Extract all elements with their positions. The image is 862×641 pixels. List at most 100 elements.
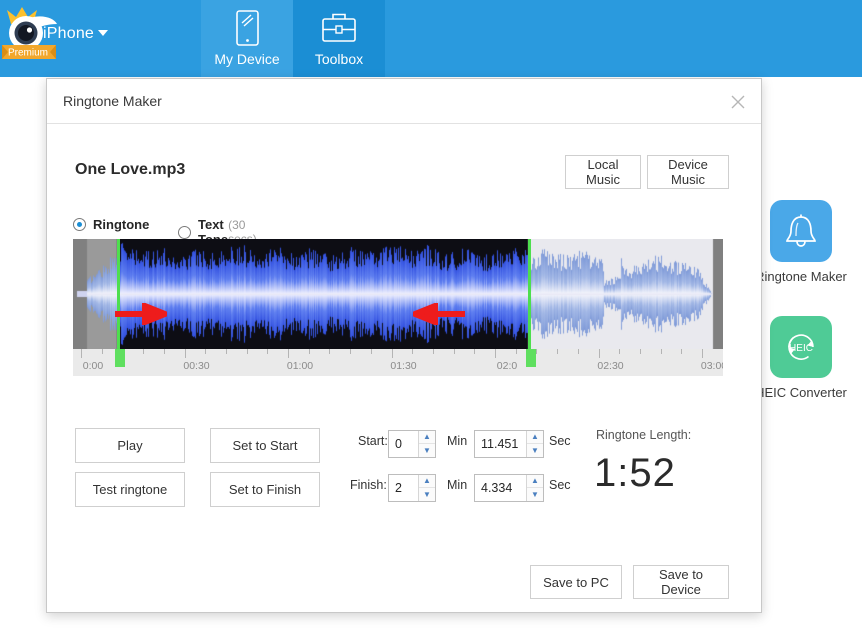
finish-minutes-stepper-buttons: ▲ ▼ [418,475,435,501]
song-title: One Love.mp3 [75,161,186,178]
selection-start-handle[interactable] [117,239,120,349]
ruler-label: 01:00 [286,360,314,372]
selection-end-handle[interactable] [528,239,531,349]
waveform-canvas[interactable] [73,239,723,349]
ruler-tick-minor [412,349,414,354]
tab-my-device-label: My Device [214,51,280,67]
ruler-tick-major [702,349,703,358]
heic-refresh-icon: HEIC [770,316,832,378]
save-to-device-button[interactable]: Save to Device [633,565,729,599]
ruler-label: 01:30 [390,360,417,372]
selection-start-ruler-marker[interactable] [115,349,125,367]
finish-seconds-input[interactable] [475,475,526,501]
chevron-down-icon[interactable]: ▼ [419,444,435,457]
start-minutes-input[interactable] [389,431,418,457]
ringtone-length-value: 1:52 [594,451,676,495]
finish-minutes-unit: Min [447,478,468,492]
chevron-up-icon[interactable]: ▲ [527,431,543,444]
ruler-tick-major [288,349,289,358]
ruler-tick-minor [639,349,641,354]
radio-ringtone-dot [73,218,86,231]
tablet-icon [227,8,267,57]
application-window: Premium iPhone My Device Toolbox Rington… [0,0,862,641]
app-header: Premium iPhone My Device Toolbox [0,0,862,77]
chevron-down-icon[interactable]: ▼ [527,488,543,501]
ruler-tick-minor [370,349,372,354]
ruler-tick-major [391,349,393,358]
ruler-label: 0:00 [82,360,104,372]
radio-ringtone[interactable]: Ringtone [73,217,149,232]
ruler-tick-minor [143,349,145,354]
ruler-tick-minor [536,349,538,354]
ruler-tick-minor [557,349,559,354]
waveform-editor[interactable]: 0:00 00:30 01:00 01:30 02:0 02:30 03:00 [73,239,723,376]
start-minutes-stepper[interactable]: ▲ ▼ [388,430,436,458]
ruler-tick-minor [246,349,248,354]
start-seconds-unit: Sec [549,434,571,448]
tab-toolbox[interactable]: Toolbox [293,0,385,77]
local-music-button[interactable]: Local Music [565,155,641,189]
ruler-tick-minor [205,349,207,354]
radio-text-tone-dot [178,225,191,239]
ruler-tick-minor [329,349,331,354]
ruler-label: 02:0 [496,360,518,372]
finish-seconds-stepper[interactable]: ▲ ▼ [474,474,544,502]
device-music-button[interactable]: Device Music [647,155,729,189]
tab-toolbox-label: Toolbox [314,51,364,67]
chevron-down-icon[interactable] [98,30,108,36]
dialog-body: One Love.mp3 Local Music Device Music Ri… [47,125,761,612]
chevron-up-icon[interactable]: ▲ [419,431,435,444]
save-to-pc-button[interactable]: Save to PC [530,565,622,599]
ruler-tick-minor [660,349,662,354]
ruler-tick-minor [619,349,621,354]
selection-end-arrow [406,301,465,330]
ruler-label: 03:00 [700,360,723,372]
dialog-titlebar: Ringtone Maker [47,79,761,124]
chevron-down-icon[interactable]: ▼ [419,488,435,501]
bell-icon [770,200,832,262]
ruler-tick-minor [432,349,434,354]
ruler-tick-major [81,349,82,358]
set-to-start-button[interactable]: Set to Start [210,428,320,463]
ruler-label: 00:30 [183,360,210,372]
device-selector-label[interactable]: iPhone [43,25,94,43]
test-ringtone-button[interactable]: Test ringtone [75,472,185,507]
selection-end-ruler-marker[interactable] [526,349,536,367]
finish-minutes-stepper[interactable]: ▲ ▼ [388,474,436,502]
ruler-label: 02:30 [597,360,624,372]
chevron-down-icon[interactable]: ▼ [527,444,543,457]
radio-ringtone-label: Ringtone [93,217,150,232]
finish-minutes-input[interactable] [389,475,418,501]
ruler-tick-minor [681,349,683,354]
start-seconds-stepper[interactable]: ▲ ▼ [474,430,544,458]
ruler-tick-minor [453,349,455,354]
play-button[interactable]: Play [75,428,185,463]
tab-my-device[interactable]: My Device [201,0,293,77]
ruler-tick-minor [308,349,310,354]
finish-seconds-stepper-buttons: ▲ ▼ [526,475,543,501]
start-time-label: Start: [358,434,388,448]
finish-time-label: Finish: [350,478,387,492]
close-icon[interactable] [727,91,749,113]
ruler-tick-minor [163,349,165,354]
dialog-title: Ringtone Maker [63,93,162,109]
start-minutes-stepper-buttons: ▲ ▼ [418,431,435,457]
ruler-tick-minor [515,349,517,354]
selection-start-arrow [115,301,174,330]
svg-text:HEIC: HEIC [789,343,813,354]
finish-seconds-unit: Sec [549,478,571,492]
ruler-tick-minor [267,349,269,354]
ruler-tick-major [184,349,186,358]
set-to-finish-button[interactable]: Set to Finish [210,472,320,507]
chevron-up-icon[interactable]: ▲ [419,475,435,488]
ruler-tick-minor [101,349,103,354]
start-seconds-input[interactable] [475,431,526,457]
ruler-tick-minor [577,349,579,354]
ruler-tick-major [495,349,496,358]
ringtone-maker-dialog: Ringtone Maker One Love.mp3 Local Music … [46,78,762,613]
chevron-up-icon[interactable]: ▲ [527,475,543,488]
start-minutes-unit: Min [447,434,468,448]
waveform-timeline-ruler[interactable]: 0:00 00:30 01:00 01:30 02:0 02:30 03:00 [73,349,723,376]
start-seconds-stepper-buttons: ▲ ▼ [526,431,543,457]
ringtone-length-label: Ringtone Length: [596,428,692,442]
